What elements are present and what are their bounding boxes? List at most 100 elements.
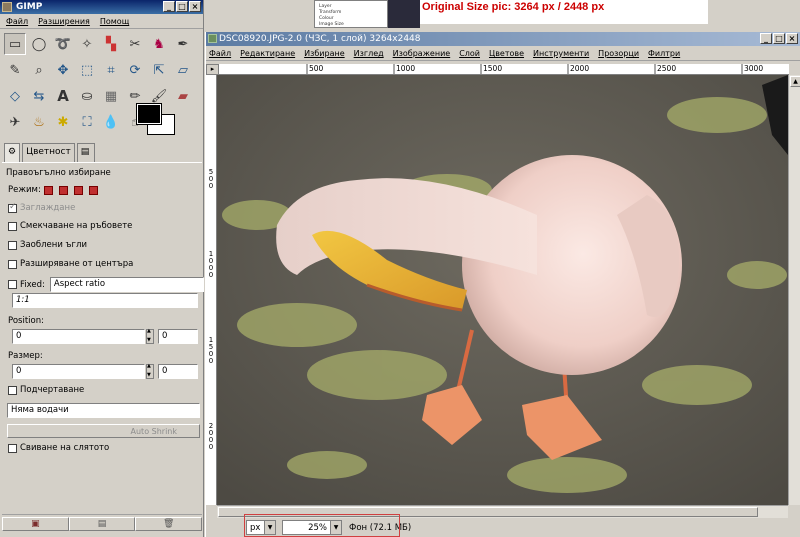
menu-image[interactable]: Изображение: [393, 46, 451, 60]
rotate-icon[interactable]: ⟳: [124, 59, 146, 81]
image-close-button[interactable]: ×: [786, 33, 798, 44]
crop-icon[interactable]: ⌗: [100, 59, 122, 81]
move-icon[interactable]: ⬚: [76, 59, 98, 81]
scale-icon[interactable]: ⇱: [148, 59, 170, 81]
layer-info: Фон (72.1 MБ): [349, 522, 412, 533]
menu-help[interactable]: Помощ: [100, 14, 129, 28]
shear-icon[interactable]: ▱: [172, 59, 194, 81]
position-x-spinner[interactable]: [146, 328, 154, 344]
menu-extensions[interactable]: Разширения: [38, 14, 90, 28]
flip-icon[interactable]: ⇆: [28, 85, 50, 107]
tab-colors[interactable]: Цветност: [22, 143, 75, 162]
toolbox-titlebar[interactable]: GIMP _ □ ×: [0, 0, 203, 14]
horizontal-scroll-thumb[interactable]: [218, 507, 758, 517]
position-y-input[interactable]: 0: [158, 329, 198, 344]
measure-icon[interactable]: ✥: [52, 59, 74, 81]
paths-icon[interactable]: ✒: [172, 33, 194, 55]
foreground-color-swatch[interactable]: [137, 104, 161, 124]
scroll-up-icon[interactable]: ▲: [790, 76, 800, 87]
ellipse-select-icon[interactable]: ◯: [28, 33, 50, 55]
auto-shrink-row: Auto Shrink: [7, 424, 200, 438]
feather-checkbox[interactable]: [8, 221, 17, 231]
ruler-corner-button[interactable]: ▸: [206, 64, 219, 75]
menu-file[interactable]: Файл: [6, 14, 28, 28]
mode-intersect-button[interactable]: [88, 185, 98, 195]
auto-shrink-button[interactable]: Auto Shrink: [7, 424, 200, 438]
menu-filters[interactable]: Филтри: [648, 46, 680, 60]
tab-tool-options[interactable]: ⚙: [4, 143, 21, 162]
chevron-down-icon[interactable]: ▼: [330, 521, 341, 534]
size-h-input[interactable]: 0: [158, 364, 198, 379]
expand-center-checkbox[interactable]: [8, 259, 17, 269]
menu-view[interactable]: Изглед: [354, 46, 384, 60]
tab-brushes[interactable]: ▤: [76, 143, 95, 162]
mode-add-button[interactable]: [58, 185, 68, 195]
ink-icon[interactable]: ♨: [28, 111, 50, 133]
antialias-checkbox[interactable]: [8, 202, 17, 213]
clone-icon[interactable]: ✱: [52, 111, 74, 133]
foreground-select-icon[interactable]: ♞: [148, 33, 170, 55]
aspect-ratio-input[interactable]: 1:1: [12, 293, 198, 308]
close-button[interactable]: ×: [189, 1, 201, 12]
size-w-spinner[interactable]: [146, 363, 154, 379]
shrink-merged-checkbox[interactable]: [8, 443, 17, 453]
menu-windows[interactable]: Прозорци: [598, 46, 639, 60]
image-minimize-button[interactable]: _: [760, 33, 772, 44]
fixed-checkbox[interactable]: [8, 280, 17, 289]
zoom-value: 25%: [308, 522, 327, 533]
ruler-label: 500: [208, 168, 214, 190]
lasso-icon[interactable]: ➰: [52, 33, 74, 55]
zoom-select[interactable]: 25% ▼: [282, 520, 342, 535]
menu-tools[interactable]: Инструменти: [533, 46, 589, 60]
rect-select-icon[interactable]: ▭: [4, 33, 26, 55]
heal-icon[interactable]: ⛶: [76, 111, 98, 133]
mode-replace-button[interactable]: [43, 185, 53, 195]
text-icon[interactable]: A: [52, 85, 74, 107]
mini-menu-item[interactable]: Image Size: [319, 22, 383, 28]
blend-icon[interactable]: ▦: [100, 85, 122, 107]
status-bar: px ▼ 25% ▼ Фон (72.1 MБ): [206, 518, 800, 537]
mode-subtract-button[interactable]: [73, 185, 83, 195]
airbrush-icon[interactable]: ✈: [4, 111, 26, 133]
horizontal-scrollbar[interactable]: [217, 505, 788, 518]
scissors-icon[interactable]: ✂: [124, 33, 146, 55]
fixed-mode-select[interactable]: Aspect ratio: [49, 277, 204, 292]
blur-icon[interactable]: 💧: [100, 111, 122, 133]
color-picker-icon[interactable]: ✎: [4, 59, 26, 81]
vertical-ruler[interactable]: 500 1000 1500 2000: [206, 75, 217, 505]
image-canvas[interactable]: [217, 75, 788, 505]
fuzzy-select-icon[interactable]: ✧: [76, 33, 98, 55]
rounded-corners-checkbox[interactable]: [8, 240, 17, 250]
image-maximize-button[interactable]: □: [773, 33, 785, 44]
color-select-icon[interactable]: ▚: [100, 33, 122, 55]
vertical-scrollbar[interactable]: ▲: [788, 75, 800, 505]
restore-options-icon[interactable]: ▤: [68, 516, 136, 531]
delete-options-icon[interactable]: 🗑: [135, 516, 203, 531]
position-label: Position:: [8, 316, 44, 326]
perspective-icon[interactable]: ◇: [4, 85, 26, 107]
unit-select[interactable]: px ▼: [246, 520, 276, 535]
zoom-icon[interactable]: ⌕: [28, 59, 50, 81]
highlight-checkbox[interactable]: [8, 385, 17, 395]
position-x-input[interactable]: 0: [12, 329, 145, 344]
minimize-button[interactable]: _: [163, 1, 175, 12]
image-titlebar[interactable]: DSC08920.JPG-2.0 (ЧЗС, 1 слой) 3264x2448…: [206, 32, 800, 46]
size-w-input[interactable]: 0: [12, 364, 145, 379]
save-options-icon[interactable]: ▣: [2, 516, 69, 531]
menu-layer[interactable]: Слой: [459, 46, 480, 60]
menu-file[interactable]: Файл: [209, 46, 231, 60]
menu-select[interactable]: Избиране: [304, 46, 345, 60]
bucket-fill-icon[interactable]: ⛀: [76, 85, 98, 107]
chevron-down-icon[interactable]: ▼: [264, 521, 275, 534]
menu-edit[interactable]: Редактиране: [240, 46, 295, 60]
ruler-label: 1500: [483, 64, 503, 73]
pelican-photo: [217, 75, 788, 505]
mode-row: Режим:: [8, 185, 101, 195]
ruler-label: 500: [309, 64, 324, 73]
toolbox-title: GIMP: [16, 2, 43, 12]
guides-select[interactable]: Няма водачи: [7, 403, 200, 418]
maximize-button[interactable]: □: [176, 1, 188, 12]
fg-bg-colors[interactable]: [133, 104, 178, 136]
horizontal-ruler[interactable]: 500 1000 1500 2000 2500 3000: [219, 64, 789, 75]
menu-colors[interactable]: Цветове: [489, 46, 524, 60]
